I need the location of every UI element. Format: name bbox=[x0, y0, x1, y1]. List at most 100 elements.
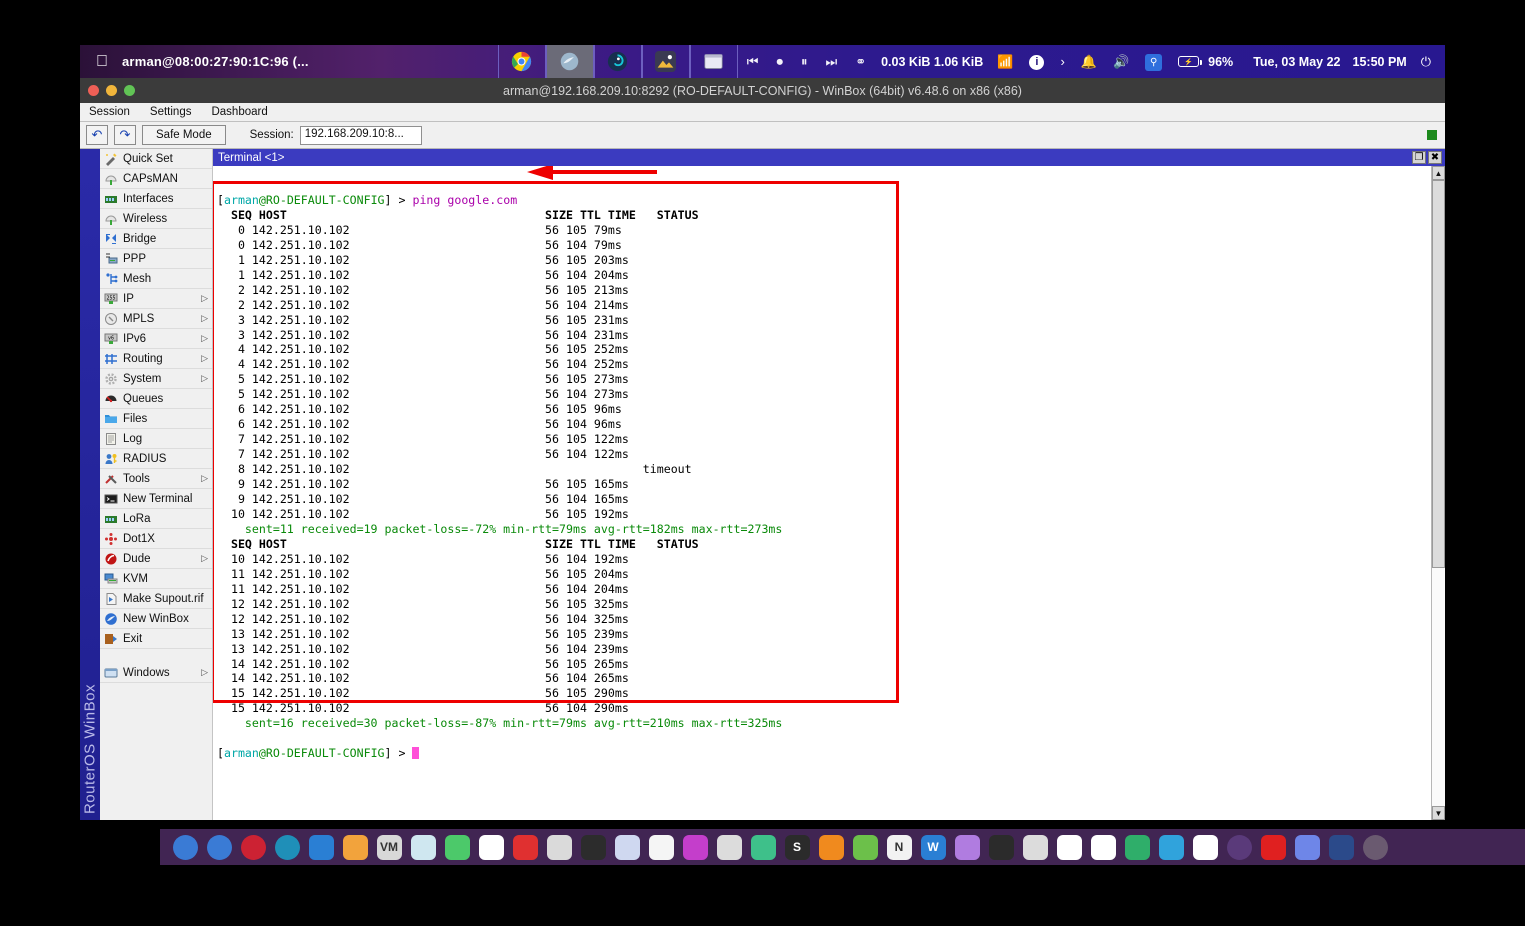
dock-item-safari[interactable] bbox=[202, 832, 236, 862]
sidebar-item-log[interactable]: Log bbox=[100, 429, 212, 449]
skip-forward-icon[interactable]: ⏭ bbox=[817, 54, 847, 70]
dock-item-remote-desktop[interactable] bbox=[542, 832, 576, 862]
skip-back-icon[interactable]: ⏮ bbox=[738, 54, 768, 70]
sidebar-item-radius[interactable]: RADIUS bbox=[100, 449, 212, 469]
menu-session[interactable]: Session bbox=[86, 105, 133, 119]
dock-item-nova[interactable]: N bbox=[882, 832, 916, 862]
scroll-down-arrow[interactable]: ▼ bbox=[1432, 806, 1445, 820]
battery-indicator[interactable]: ⚡ 96% bbox=[1170, 55, 1247, 69]
dock-item-firebase[interactable] bbox=[678, 832, 712, 862]
dock-item-sublime[interactable]: S bbox=[780, 832, 814, 862]
sidebar-item-lora[interactable]: LoRa bbox=[100, 509, 212, 529]
scroll-track[interactable] bbox=[1432, 180, 1445, 806]
sidebar-item-system[interactable]: System ▷ bbox=[100, 369, 212, 389]
minimize-button[interactable] bbox=[106, 85, 117, 96]
sidebar-item-new-terminal[interactable]: New Terminal bbox=[100, 489, 212, 509]
dock-item-vmware[interactable]: VM bbox=[372, 832, 406, 862]
terminal-scrollbar[interactable]: ▲ ▼ bbox=[1431, 166, 1445, 820]
undo-icon[interactable]: ↶ bbox=[86, 125, 108, 145]
volume-icon[interactable]: 🔊 bbox=[1105, 54, 1137, 70]
sidebar-item-interfaces[interactable]: Interfaces bbox=[100, 189, 212, 209]
sidebar-item-make-supout[interactable]: Make Supout.rif bbox=[100, 589, 212, 609]
dock-item-youtube[interactable] bbox=[1256, 832, 1290, 862]
sidebar-item-new-winbox[interactable]: New WinBox bbox=[100, 609, 212, 629]
sidebar-item-ppp[interactable]: PPP bbox=[100, 249, 212, 269]
sidebar-item-queues[interactable]: Queues bbox=[100, 389, 212, 409]
menu-settings[interactable]: Settings bbox=[147, 105, 195, 119]
dock-item-intellij[interactable] bbox=[814, 832, 848, 862]
dock-item-anydesk[interactable] bbox=[508, 832, 542, 862]
dock-item-camera[interactable] bbox=[644, 832, 678, 862]
octopus-app-icon[interactable] bbox=[594, 45, 642, 78]
sidebar-item-routing[interactable]: Routing ▷ bbox=[100, 349, 212, 369]
close-button[interactable] bbox=[88, 85, 99, 96]
dock-item-rider[interactable] bbox=[236, 832, 270, 862]
sidebar-item-exit[interactable]: Exit bbox=[100, 629, 212, 649]
dock-item-wifi-tool[interactable] bbox=[474, 832, 508, 862]
dock-item-github[interactable] bbox=[950, 832, 984, 862]
dock-item-wps[interactable]: W bbox=[916, 832, 950, 862]
sidebar-item-windows[interactable]: Windows ▷ bbox=[100, 663, 212, 683]
dock-item-atom[interactable] bbox=[746, 832, 780, 862]
search-icon[interactable]: ⚲ bbox=[1137, 53, 1170, 71]
dock-item-terminal[interactable] bbox=[576, 832, 610, 862]
dock-item-teams[interactable] bbox=[304, 832, 338, 862]
dock-item-firefox[interactable] bbox=[1086, 832, 1120, 862]
sidebar-item-mesh[interactable]: Mesh bbox=[100, 269, 212, 289]
record-icon[interactable]: ⏺ bbox=[768, 54, 793, 70]
scroll-up-arrow[interactable]: ▲ bbox=[1432, 166, 1445, 180]
image-app-icon[interactable] bbox=[642, 45, 690, 78]
pause-icon[interactable]: ⏸ bbox=[792, 54, 817, 70]
chrome-app-icon[interactable] bbox=[498, 45, 546, 78]
dock-item-notes[interactable] bbox=[338, 832, 372, 862]
dock-item-vscode[interactable] bbox=[712, 832, 746, 862]
sidebar-item-files[interactable]: Files bbox=[100, 409, 212, 429]
dock-item-telegram[interactable] bbox=[1154, 832, 1188, 862]
maximize-button[interactable] bbox=[124, 85, 135, 96]
sidebar-item-bridge[interactable]: Bridge bbox=[100, 229, 212, 249]
dock-item-finder[interactable] bbox=[168, 832, 202, 862]
dock-item-flash[interactable] bbox=[440, 832, 474, 862]
sidebar-item-quick-set[interactable]: Quick Set bbox=[100, 149, 212, 169]
session-input[interactable]: 192.168.209.10:8... bbox=[300, 126, 422, 145]
sidebar-label: Queues bbox=[123, 393, 212, 405]
winbox-app-icon[interactable] bbox=[546, 45, 594, 78]
sidebar-item-dot1x[interactable]: Dot1X bbox=[100, 529, 212, 549]
dock-item-whatsapp[interactable] bbox=[1188, 832, 1222, 862]
sidebar-item-kvm[interactable]: KVM bbox=[100, 569, 212, 589]
speedometer-icon[interactable]: ⚭ bbox=[846, 54, 875, 70]
chevron-right-icon[interactable]: › bbox=[1052, 54, 1072, 69]
sidebar-item-capsman[interactable]: CAPsMAN bbox=[100, 169, 212, 189]
close-window-icon[interactable]: ✖ bbox=[1428, 151, 1442, 164]
wifi-icon[interactable]: 📶 bbox=[989, 54, 1021, 70]
sidebar-item-wireless[interactable]: Wireless bbox=[100, 209, 212, 229]
power-icon[interactable]: ⏻ bbox=[1413, 54, 1445, 70]
dock-item-trash[interactable] bbox=[1358, 832, 1392, 862]
dock-item-cube[interactable] bbox=[406, 832, 440, 862]
dock-item-keyboard[interactable] bbox=[1018, 832, 1052, 862]
restore-window-icon[interactable]: ❐ bbox=[1412, 151, 1426, 164]
sidebar-item-ipv6[interactable]: v6 IPv6 ▷ bbox=[100, 329, 212, 349]
window-app-icon[interactable] bbox=[690, 45, 738, 78]
dock-item-moustache[interactable] bbox=[1222, 832, 1256, 862]
dock-item-discord[interactable] bbox=[1290, 832, 1324, 862]
sidebar-item-ip[interactable]: 255 IP ▷ bbox=[100, 289, 212, 309]
dock-item-cash[interactable] bbox=[1120, 832, 1154, 862]
dock-item-figma[interactable] bbox=[984, 832, 1018, 862]
terminal-output[interactable]: [arman@RO-DEFAULT-CONFIG] > ping google.… bbox=[213, 166, 1431, 820]
sidebar-item-dude[interactable]: Dude ▷ bbox=[100, 549, 212, 569]
dock-item-chrome[interactable] bbox=[1052, 832, 1086, 862]
scroll-thumb[interactable] bbox=[1432, 180, 1445, 568]
dock-item-drafter[interactable] bbox=[848, 832, 882, 862]
bell-icon[interactable]: 🔔 bbox=[1073, 54, 1105, 70]
info-icon[interactable]: i bbox=[1021, 53, 1052, 70]
sidebar-item-mpls[interactable]: MPLS ▷ bbox=[100, 309, 212, 329]
sidebar-item-tools[interactable]: Tools ▷ bbox=[100, 469, 212, 489]
safe-mode-button[interactable]: Safe Mode bbox=[142, 125, 226, 145]
menu-dashboard[interactable]: Dashboard bbox=[208, 105, 270, 119]
apple-logo-icon[interactable]:  bbox=[96, 54, 108, 70]
dock-item-octopus[interactable] bbox=[270, 832, 304, 862]
redo-icon[interactable]: ↷ bbox=[114, 125, 136, 145]
dock-item-eye[interactable] bbox=[610, 832, 644, 862]
dock-item-calculator[interactable] bbox=[1324, 832, 1358, 862]
